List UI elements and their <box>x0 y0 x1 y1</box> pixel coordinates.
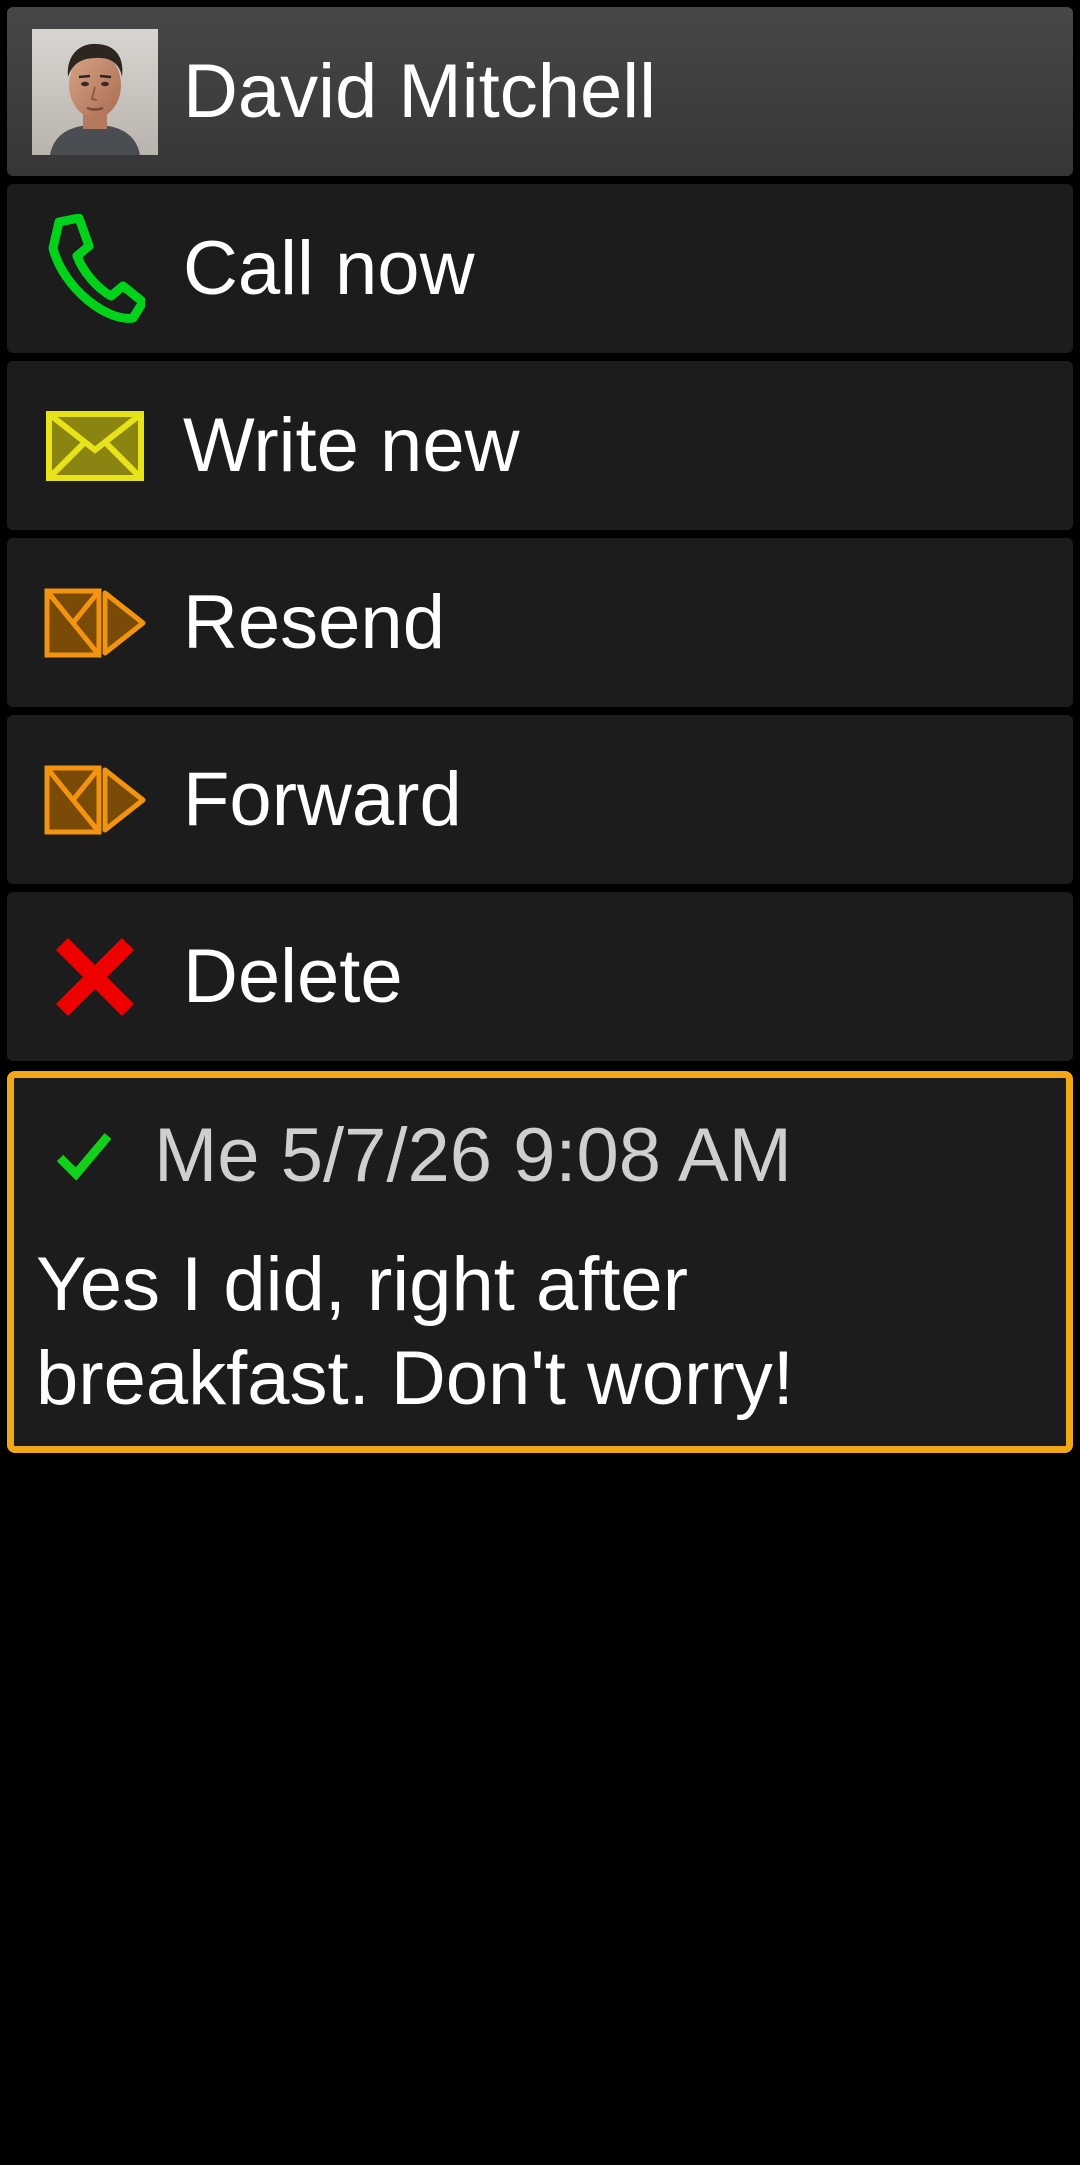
delete-label: Delete <box>183 933 403 1019</box>
forward-label: Forward <box>183 756 462 842</box>
resend-label: Resend <box>183 579 445 665</box>
phone-icon <box>48 213 145 323</box>
message-options-list: David Mitchell Call now Write new Resend… <box>7 7 1073 1069</box>
resend-icon <box>44 588 146 657</box>
message-body-line-2: breakfast. Don't worry! <box>36 1336 794 1421</box>
resend-button[interactable]: Resend <box>7 538 1073 707</box>
write-new-button[interactable]: Write new <box>7 361 1073 530</box>
avatar-slot <box>7 7 183 176</box>
checkmark-icon <box>56 1133 112 1181</box>
message-sender-time: Me 5/7/26 9:08 AM <box>154 1113 792 1198</box>
forward-button[interactable]: Forward <box>7 715 1073 884</box>
delete-button[interactable]: Delete <box>7 892 1073 1061</box>
contact-header[interactable]: David Mitchell <box>7 7 1073 176</box>
delete-x-icon <box>55 937 135 1016</box>
forward-icon <box>44 765 146 834</box>
call-now-label: Call now <box>183 225 475 311</box>
call-now-button[interactable]: Call now <box>7 184 1073 353</box>
message-body: Yes I did, right after breakfast. Don't … <box>36 1238 1036 1426</box>
contact-name: David Mitchell <box>183 48 657 134</box>
write-new-label: Write new <box>183 402 520 488</box>
envelope-icon <box>46 410 144 481</box>
message-body-line-1: Yes I did, right after <box>36 1242 689 1327</box>
message-meta: Me 5/7/26 9:08 AM <box>54 1118 792 1194</box>
avatar <box>32 28 158 155</box>
selected-message[interactable]: Me 5/7/26 9:08 AM Yes I did, right after… <box>7 1071 1073 1453</box>
